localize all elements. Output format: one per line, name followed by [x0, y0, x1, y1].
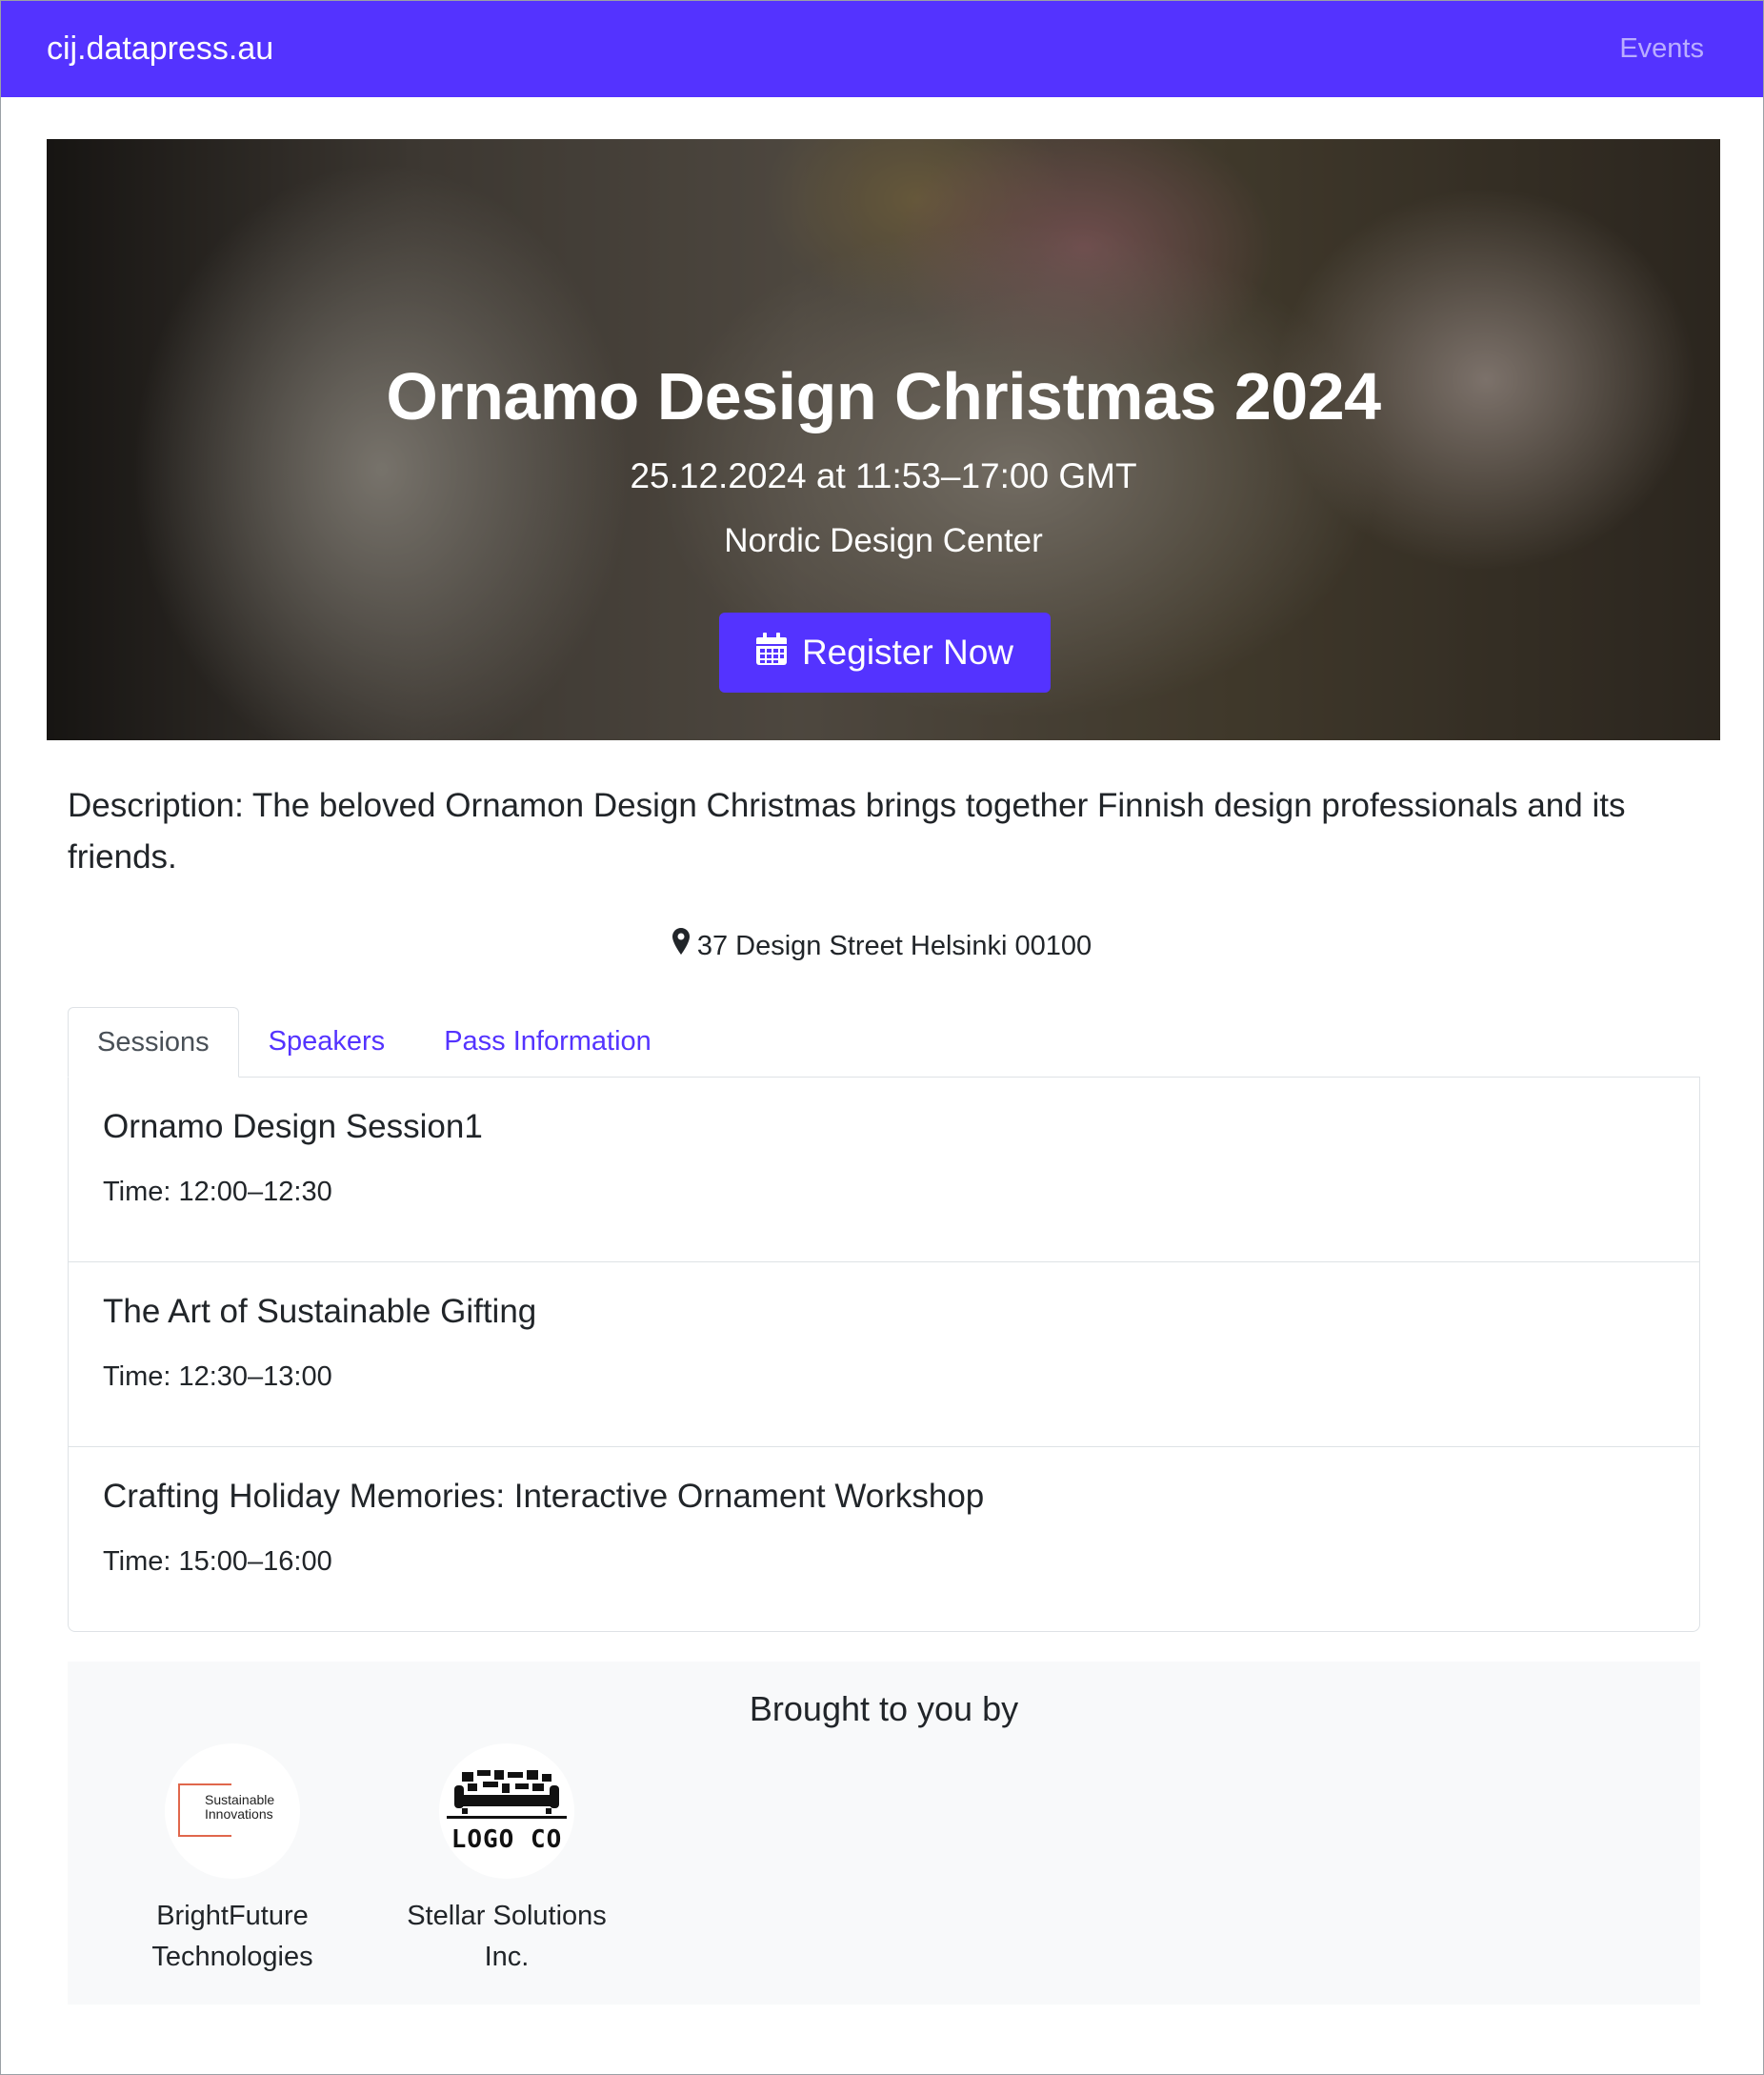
sessions-list: Ornamo Design Session1 Time: 12:00–12:30…	[68, 1078, 1700, 1632]
sponsors-section: Brought to you by Sustainable Innovations…	[68, 1662, 1700, 2004]
sponsor-logo: LOGO CO	[439, 1743, 574, 1879]
event-venue: Nordic Design Center	[724, 522, 1043, 559]
event-datetime: 25.12.2024 at 11:53–17:00 GMT	[630, 456, 1137, 495]
calendar-icon	[755, 632, 787, 674]
session-title: Ornamo Design Session1	[103, 1108, 483, 1145]
session-title: The Art of Sustainable Gifting	[103, 1293, 537, 1330]
session-time: Time: 12:00–12:30	[103, 1177, 332, 1207]
session-item: Crafting Holiday Memories: Interactive O…	[69, 1447, 1699, 1632]
event-hero-banner: Ornamo Design Christmas 2024 25.12.2024 …	[47, 139, 1720, 740]
address-text: 37 Design Street Helsinki 00100	[696, 931, 1092, 961]
session-item: Ornamo Design Session1 Time: 12:00–12:30	[69, 1078, 1699, 1262]
session-item: The Art of Sustainable Gifting Time: 12:…	[69, 1262, 1699, 1447]
sponsor-item[interactable]: LOGO CO Stellar Solutions Inc.	[383, 1743, 631, 1978]
sponsor-logo-text: LOGO CO	[451, 1825, 563, 1854]
tab-sessions[interactable]: Sessions	[68, 1007, 239, 1078]
brand-link[interactable]: cij.datapress.au	[47, 30, 273, 68]
sponsor-logo-text: Sustainable Innovations	[203, 1791, 275, 1823]
event-title: Ornamo Design Christmas 2024	[386, 359, 1381, 433]
hero-content: Ornamo Design Christmas 2024 25.12.2024 …	[47, 139, 1720, 740]
register-now-label: Register Now	[801, 633, 1014, 672]
sponsors-heading: Brought to you by	[749, 1689, 1019, 1728]
sponsor-item[interactable]: Sustainable Innovations BrightFuture Tech…	[109, 1743, 356, 1978]
tab-pass-information[interactable]: Pass Information	[414, 1007, 681, 1077]
sofa-icon	[447, 1770, 567, 1819]
session-title: Crafting Holiday Memories: Interactive O…	[103, 1478, 985, 1515]
sponsor-name: Stellar Solutions Inc.	[407, 1901, 607, 1972]
session-time: Time: 12:30–13:00	[103, 1361, 332, 1392]
session-time: Time: 15:00–16:00	[103, 1546, 332, 1577]
map-marker-icon	[672, 927, 690, 965]
event-tabs: Sessions Speakers Pass Information	[68, 1007, 1700, 1078]
tab-speakers[interactable]: Speakers	[239, 1007, 415, 1077]
sponsor-logo: Sustainable Innovations	[165, 1743, 300, 1879]
register-now-button[interactable]: Register Now	[719, 613, 1051, 693]
events-nav-link[interactable]: Events	[1619, 33, 1704, 65]
sponsor-name: BrightFuture Technologies	[151, 1901, 313, 1972]
event-description: Description: The beloved Ornamon Design …	[68, 787, 1626, 876]
top-navbar: cij.datapress.au Events	[1, 1, 1763, 97]
event-address: 37 Design Street Helsinki 00100	[1, 927, 1763, 965]
